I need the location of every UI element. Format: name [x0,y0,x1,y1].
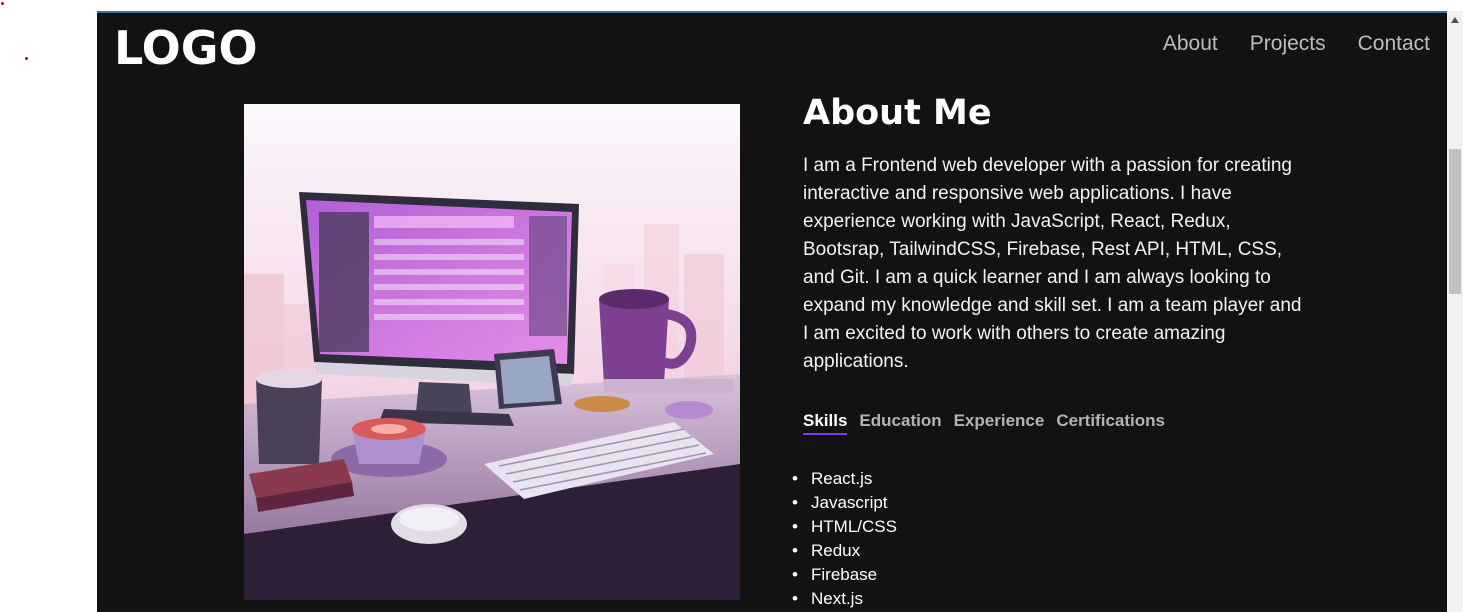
list-item: HTML/CSS [792,515,897,539]
nav-contact[interactable]: Contact [1358,32,1430,56]
page-viewport: LOGO About Projects Contact About Me I a… [97,11,1447,612]
nav-projects[interactable]: Projects [1250,32,1326,56]
scroll-up-arrow-icon[interactable] [1451,17,1459,23]
about-title: About Me [803,93,992,133]
vertical-scrollbar[interactable] [1447,11,1463,612]
tab-education[interactable]: Education [859,411,941,435]
nav-about[interactable]: About [1163,32,1218,56]
list-item: Firebase [792,563,897,587]
main-nav: About Projects Contact [1163,32,1430,56]
stray-dot [25,57,28,60]
list-item: Next.js [792,587,897,611]
tab-skills[interactable]: Skills [803,411,848,435]
skills-list: React.js Javascript HTML/CSS Redux Fireb… [792,467,897,611]
logo[interactable]: LOGO [114,21,258,75]
list-item: React.js [792,467,897,491]
tab-certifications[interactable]: Certifications [1056,411,1165,435]
scrollbar-thumb[interactable] [1449,149,1461,294]
about-tabs: Skills Education Experience Certificatio… [803,411,1165,435]
about-paragraph: I am a Frontend web developer with a pas… [803,155,1302,372]
hero-illustration [244,104,740,600]
tab-experience[interactable]: Experience [954,411,1045,435]
stray-dot [1,2,4,5]
list-item: Javascript [792,491,897,515]
list-item: Redux [792,539,897,563]
